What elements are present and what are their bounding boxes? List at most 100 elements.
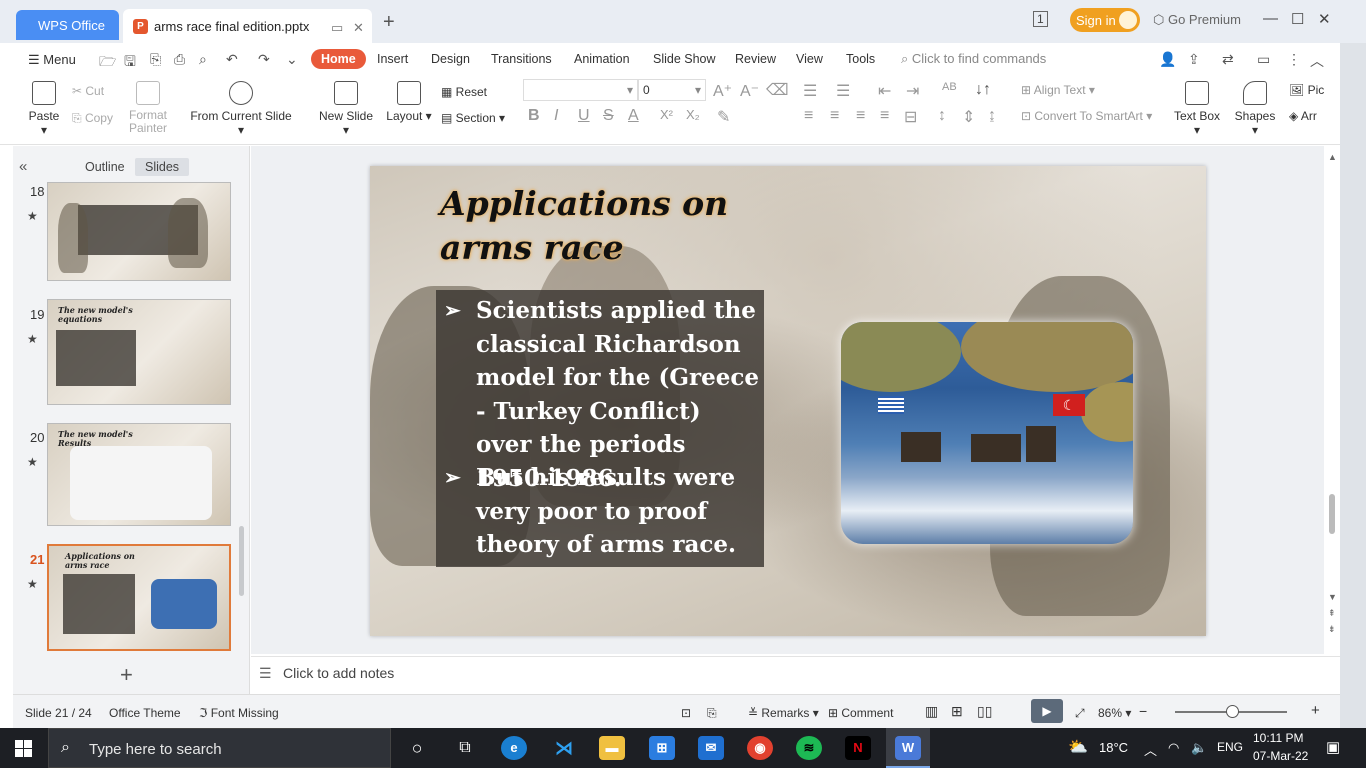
strikethrough-icon[interactable]: S — [603, 107, 614, 125]
temperature[interactable]: 18°C — [1099, 740, 1128, 755]
export-pdf-icon[interactable]: ⎘ — [707, 706, 717, 721]
increase-font-icon[interactable]: A⁺ — [713, 81, 732, 101]
from-current-slide-button[interactable]: From Current Slide ▾ — [188, 81, 294, 137]
clear-format-icon[interactable]: ⌫ — [766, 80, 789, 100]
arrange-button[interactable]: ◈ Arr — [1289, 109, 1317, 123]
paste-button[interactable]: Paste ▾ — [24, 81, 64, 137]
window-count-icon[interactable]: 1 — [1033, 11, 1048, 27]
tab-home[interactable]: Home — [311, 49, 366, 69]
slide-thumbnail-20[interactable]: The new model's Results — [47, 423, 231, 526]
share-icon[interactable]: ⇪ — [1188, 51, 1200, 68]
normal-view-icon[interactable]: ▥ — [925, 703, 938, 720]
tab-restore-icon[interactable]: ▭ — [331, 20, 343, 36]
file-explorer-icon[interactable]: ▬ — [599, 736, 625, 760]
close-window-icon[interactable]: ✕ — [1318, 10, 1331, 28]
taskbar-search-box[interactable]: ⌕ Type here to search — [48, 728, 391, 768]
increase-indent-icon[interactable]: ⇥ — [906, 81, 919, 101]
edge-browser-icon[interactable]: e — [501, 736, 527, 760]
tab-slides[interactable]: Slides — [135, 158, 190, 176]
remarks-button[interactable]: ≚ Remarks ▾ — [748, 706, 819, 720]
spotify-icon[interactable]: ≋ — [796, 736, 822, 760]
more-icon[interactable]: ⋮ — [1287, 51, 1301, 68]
tab-close-icon[interactable]: ✕ — [353, 20, 364, 36]
numbering-icon[interactable]: ☰ — [836, 81, 850, 101]
tab-insert[interactable]: Insert — [377, 52, 408, 66]
clock-date[interactable]: 07-Mar-22 — [1253, 749, 1308, 763]
font-family-select[interactable]: ▾ — [523, 79, 638, 101]
slide-thumbnail-21[interactable]: Applications on arms race — [47, 544, 231, 651]
vscode-icon[interactable]: ⋊ — [551, 736, 577, 760]
panel-scrollbar[interactable] — [239, 526, 244, 596]
italic-icon[interactable]: I — [554, 107, 558, 125]
share-user-icon[interactable]: 👤 — [1159, 51, 1176, 68]
network-icon[interactable]: ◠ — [1168, 740, 1179, 756]
canvas-scroll-thumb[interactable] — [1329, 494, 1335, 534]
comment-button[interactable]: ⊞ Comment — [828, 706, 893, 720]
print-icon[interactable]: ⎙ — [174, 51, 185, 68]
section-button[interactable]: ▤ Section ▾ — [441, 111, 505, 125]
tab-design[interactable]: Design — [431, 52, 470, 66]
tab-tools[interactable]: Tools — [846, 52, 875, 66]
sign-in-button[interactable]: Sign in — [1070, 8, 1140, 32]
zoom-slider-knob[interactable] — [1226, 705, 1239, 718]
slide-thumbnail-18[interactable] — [47, 182, 231, 281]
open-icon[interactable]: 🗁 — [99, 51, 116, 75]
align-right-icon[interactable]: ≡ — [856, 107, 865, 125]
add-slide-icon[interactable]: + — [120, 662, 133, 688]
reset-button[interactable]: ▦ Reset — [441, 85, 487, 99]
current-slide[interactable]: Applications on arms race ➢ Scientists a… — [370, 166, 1206, 636]
sort-icon[interactable]: ↓↑ — [975, 81, 991, 99]
distribute-icon[interactable]: ⊟ — [904, 107, 917, 127]
superscript-icon[interactable]: X² — [660, 107, 673, 122]
convert-smartart-button[interactable]: ⊡ Convert To SmartArt ▾ — [1021, 109, 1152, 123]
netflix-icon[interactable]: N — [845, 736, 871, 760]
slide-sorter-icon[interactable]: ⊞ — [951, 703, 963, 720]
undo-icon[interactable]: ↶ — [226, 51, 238, 68]
zoom-in-icon[interactable]: + — [1311, 702, 1320, 719]
task-view-icon[interactable]: ⧉ — [452, 736, 478, 760]
bullets-icon[interactable]: ☰ — [803, 81, 817, 101]
cut-button[interactable]: ✂ Cut — [72, 84, 104, 98]
redo-icon[interactable]: ↷ — [258, 51, 270, 68]
tab-animation[interactable]: Animation — [574, 52, 630, 66]
wps-taskbar-icon[interactable]: W — [895, 736, 921, 760]
decrease-font-icon[interactable]: A⁻ — [740, 81, 759, 101]
tab-outline[interactable]: Outline — [85, 160, 125, 174]
underline-icon[interactable]: U — [578, 107, 590, 125]
align-text-button[interactable]: ⊞ Align Text ▾ — [1021, 83, 1095, 97]
text-box-button[interactable]: Text Box ▾ — [1170, 81, 1224, 137]
document-tab[interactable]: P arms race final edition.pptx ▭ ✕ — [123, 9, 372, 43]
tab-transitions[interactable]: Transitions — [491, 52, 552, 66]
subscript-icon[interactable]: X₂ — [686, 107, 700, 122]
windows-start-icon[interactable] — [15, 740, 32, 757]
font-missing-button[interactable]: ℑ Font Missing — [199, 706, 279, 720]
spacing-options-icon[interactable]: ↨ — [988, 107, 996, 125]
cortana-icon[interactable]: ○ — [404, 736, 430, 760]
minimize-icon[interactable]: — — [1263, 10, 1278, 27]
paragraph-spacing-icon[interactable]: ⇕ — [962, 107, 975, 127]
tab-view[interactable]: View — [796, 52, 823, 66]
go-premium-button[interactable]: ⬡ Go Premium — [1153, 12, 1241, 28]
menu-button[interactable]: ☰ Menu — [28, 52, 76, 68]
zoom-level[interactable]: 86% ▾ — [1098, 706, 1131, 720]
notifications-icon[interactable]: ▣ — [1326, 738, 1340, 756]
clock-time[interactable]: 10:11 PM — [1253, 731, 1303, 745]
wps-office-tab[interactable]: WPS Office — [16, 10, 119, 40]
new-slide-button[interactable]: New Slide ▾ — [315, 81, 377, 137]
volume-icon[interactable]: 🔈 — [1191, 740, 1207, 756]
collapse-ribbon-icon[interactable]: ︿ — [1310, 51, 1324, 71]
mail-icon[interactable]: ✉ — [698, 736, 724, 760]
format-painter-button[interactable]: Format Painter — [126, 81, 170, 135]
shapes-button[interactable]: Shapes ▾ — [1230, 81, 1280, 137]
fit-window-icon[interactable]: ⤢ — [1075, 706, 1085, 721]
notes-area[interactable]: ☰ Click to add notes — [251, 656, 1340, 694]
reading-view-icon[interactable]: ▯▯ — [977, 703, 992, 720]
layout-button[interactable]: Layout ▾ — [386, 81, 432, 123]
text-direction-icon[interactable]: AB — [942, 81, 957, 93]
tab-review[interactable]: Review — [735, 52, 776, 66]
greece-turkey-map-image[interactable]: ☾ — [841, 322, 1133, 544]
decrease-indent-icon[interactable]: ⇤ — [878, 81, 891, 101]
line-spacing-icon[interactable]: ↕ — [938, 107, 946, 125]
print-preview-icon[interactable]: ⌕ — [199, 51, 207, 68]
slide-thumbnail-19[interactable]: The new model's equations — [47, 299, 231, 405]
